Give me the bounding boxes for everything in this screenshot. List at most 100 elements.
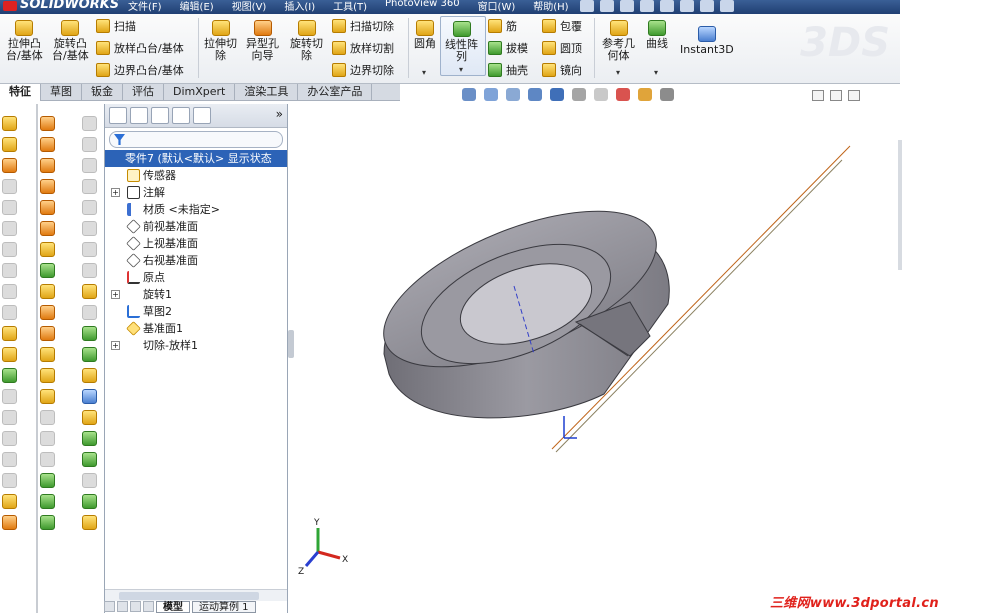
hide-show-items-icon[interactable] (594, 88, 608, 101)
last-tab-icon[interactable] (143, 601, 154, 612)
reference-point-icon[interactable] (40, 494, 55, 509)
tree-item-material[interactable]: 材质 <未指定> (105, 201, 287, 218)
save-icon[interactable] (620, 0, 634, 12)
mid-surface-icon[interactable] (40, 368, 55, 383)
draft-button[interactable]: 拔模 (488, 40, 528, 56)
feature-manager-tab-icon[interactable] (109, 107, 127, 124)
sketch-tool-icon[interactable] (82, 305, 97, 320)
cut-with-surface-icon[interactable] (2, 473, 17, 488)
3d-viewport[interactable]: Y X Z (294, 104, 900, 600)
sketch-tool-icon[interactable] (82, 242, 97, 257)
tree-item-origin[interactable]: 原点 (105, 269, 287, 286)
expand-icon[interactable]: + (111, 188, 120, 197)
next-tab-icon[interactable] (130, 601, 141, 612)
rebuild-icon[interactable] (700, 0, 714, 12)
sketch-tool-icon[interactable] (82, 263, 97, 278)
dimxpert-manager-tab-icon[interactable] (172, 107, 190, 124)
flex-icon[interactable] (2, 158, 17, 173)
sketch-tool-icon[interactable] (82, 473, 97, 488)
expand-tabs-icon[interactable]: » (276, 107, 283, 124)
tab-office-products[interactable]: 办公室产品 (298, 84, 373, 101)
offset-entities-icon[interactable] (82, 347, 97, 362)
sketch-tool-icon[interactable] (82, 179, 97, 194)
extrude-cut-button[interactable]: 拉伸切 除 (204, 20, 237, 62)
rib-button[interactable]: 筋 (488, 18, 517, 34)
move-copy-icon[interactable] (2, 410, 17, 425)
sketch-tool-icon[interactable] (82, 200, 97, 215)
move-face-icon[interactable] (2, 116, 17, 131)
reference-geometry-button[interactable]: 参考几 何体 (602, 20, 635, 62)
print-icon[interactable] (640, 0, 654, 12)
edit-appearance-icon[interactable] (616, 88, 630, 101)
menu-tools[interactable]: 工具(T) (333, 0, 367, 13)
undo-icon[interactable] (660, 0, 674, 12)
tab-model[interactable]: 模型 (156, 601, 190, 613)
sketch-fillet-icon[interactable] (82, 284, 97, 299)
menu-photoview[interactable]: PhotoView 360 (385, 0, 460, 13)
insert-part-icon[interactable] (40, 473, 55, 488)
section-view-icon[interactable] (528, 88, 542, 101)
sketch-tool-icon[interactable] (82, 116, 97, 131)
tree-item-annotations[interactable]: + 注解 (105, 184, 287, 201)
surface-tool-icon[interactable] (40, 452, 55, 467)
tree-item-front-plane[interactable]: 前视基准面 (105, 218, 287, 235)
menu-window[interactable]: 窗口(W) (478, 0, 516, 13)
expand-icon[interactable]: + (111, 341, 120, 350)
indent-icon[interactable] (2, 200, 17, 215)
tab-features[interactable]: 特征 (0, 84, 41, 101)
task-pane-tabs[interactable] (898, 140, 902, 270)
scale-icon[interactable] (2, 284, 17, 299)
extruded-surface-icon[interactable] (40, 116, 55, 131)
tree-filter-input[interactable] (109, 131, 283, 148)
expand-icon[interactable]: + (111, 290, 120, 299)
mirror-entities-icon[interactable] (82, 368, 97, 383)
tab-dimxpert[interactable]: DimXpert (164, 84, 236, 101)
untrim-surface-icon[interactable] (40, 305, 55, 320)
previous-view-icon[interactable] (506, 88, 520, 101)
split-view-icon[interactable] (830, 90, 842, 101)
convert-entities-icon[interactable] (82, 326, 97, 341)
dome-button[interactable]: 圆顶 (542, 40, 582, 56)
knit-surface-icon[interactable] (40, 263, 55, 278)
apply-scene-icon[interactable] (638, 88, 652, 101)
planar-surface-icon[interactable] (40, 221, 55, 236)
combine-icon[interactable] (2, 305, 17, 320)
view-settings-icon[interactable] (660, 88, 674, 101)
tab-render-tools[interactable]: 渲染工具 (235, 84, 299, 101)
repair-sketch-icon[interactable] (82, 494, 97, 509)
display-relations-icon[interactable] (82, 452, 97, 467)
tree-item-sensors[interactable]: 传感器 (105, 167, 287, 184)
options-icon[interactable] (720, 0, 734, 12)
cavity-icon[interactable] (2, 263, 17, 278)
tree-item-sketch2[interactable]: 草图2 (105, 303, 287, 320)
tab-sketch[interactable]: 草图 (41, 84, 82, 101)
quick-snaps-icon[interactable] (82, 515, 97, 530)
helix-icon[interactable] (40, 515, 55, 530)
deform-icon[interactable] (2, 179, 17, 194)
curves-button[interactable]: 曲线 (646, 20, 668, 50)
tree-item-revolve1[interactable]: + 旋转1 (105, 286, 287, 303)
fillet-button[interactable]: 圆角 (414, 20, 436, 50)
new-icon[interactable] (580, 0, 594, 12)
zoom-to-fit-icon[interactable] (462, 88, 476, 101)
delete-body-icon[interactable] (2, 347, 17, 362)
graphics-area[interactable]: Y X Z (294, 104, 900, 600)
display-manager-tab-icon[interactable] (193, 107, 211, 124)
menu-view[interactable]: 视图(V) (232, 0, 267, 13)
surface-tool-icon[interactable] (40, 431, 55, 446)
configuration-manager-tab-icon[interactable] (151, 107, 169, 124)
tree-root-part[interactable]: 零件7 (默认<默认> 显示状态 (105, 150, 287, 167)
boundary-surface-icon[interactable] (40, 200, 55, 215)
tab-evaluate[interactable]: 评估 (123, 84, 164, 101)
lofted-surface-icon[interactable] (40, 179, 55, 194)
revolved-surface-icon[interactable] (40, 137, 55, 152)
shell-button[interactable]: 抽壳 (488, 62, 528, 78)
tree-horizontal-scrollbar[interactable] (105, 589, 287, 601)
split-icon[interactable] (2, 137, 17, 152)
add-relation-icon[interactable] (82, 431, 97, 446)
imprint-icon[interactable] (2, 431, 17, 446)
ref-geometry-dropdown-icon[interactable]: ▾ (616, 68, 620, 77)
menu-edit[interactable]: 编辑(E) (180, 0, 214, 13)
scrollbar-thumb[interactable] (119, 592, 259, 600)
previous-tab-icon[interactable] (117, 601, 128, 612)
